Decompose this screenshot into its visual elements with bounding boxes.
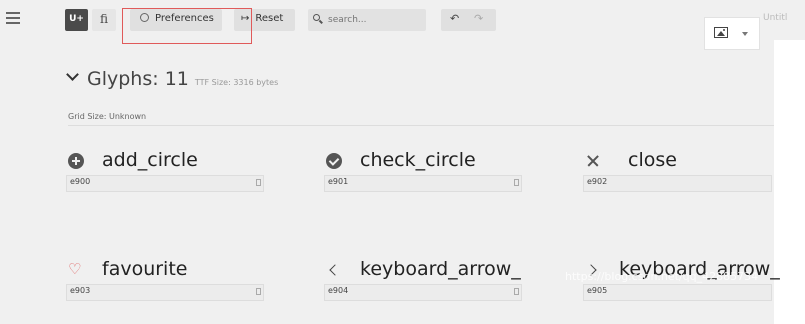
arrow-left-icon	[326, 262, 342, 278]
reset-label: Reset	[255, 13, 284, 24]
hamburger-menu-icon[interactable]	[6, 12, 20, 26]
glyph-card[interactable]: keyboard_arrow_ e905	[583, 258, 780, 318]
glyph-name: add_circle	[102, 149, 198, 171]
chevron-down-icon	[742, 32, 748, 36]
project-title[interactable]: Untitl	[763, 13, 787, 23]
glyph-code: e902	[587, 177, 608, 186]
add-circle-icon	[68, 153, 84, 169]
ttf-size-label: TTF Size: 3316 bytes	[194, 78, 279, 87]
toolbar: U+ fi Preferences ↦Reset ↶ ↷ Untitl	[0, 0, 805, 50]
copy-icon[interactable]	[256, 179, 261, 186]
glyph-code-field[interactable]	[324, 284, 522, 301]
copy-icon[interactable]	[514, 288, 519, 295]
chevron-down-icon	[66, 68, 79, 81]
highlight-box	[122, 8, 252, 44]
glyph-code-field[interactable]	[583, 175, 772, 192]
glyph-card[interactable]: ♡ favourite e903	[66, 258, 264, 318]
glyph-code: e901	[328, 177, 349, 186]
undo-redo-group: ↶ ↷	[441, 9, 496, 31]
grid-size-label: Grid Size: Unknown	[68, 112, 147, 121]
glyph-card[interactable]: keyboard_arrow_ e904	[324, 258, 522, 318]
heart-icon: ♡	[68, 260, 82, 278]
glyph-name: favourite	[102, 258, 188, 280]
glyph-card[interactable]: close e902	[583, 149, 775, 209]
glyph-count-title: Glyphs: 11	[87, 68, 189, 90]
search-icon	[313, 14, 320, 21]
search-input[interactable]	[308, 9, 426, 31]
ligature-toggle-button[interactable]: fi	[92, 9, 116, 31]
glyph-section-header[interactable]: Glyphs: 11 TTF Size: 3316 bytes	[66, 68, 279, 90]
copy-icon[interactable]	[256, 288, 261, 295]
image-icon	[714, 27, 728, 38]
glyph-name: keyboard_arrow_	[360, 258, 521, 280]
glyph-code-field[interactable]	[324, 175, 522, 192]
glyph-code-field[interactable]	[583, 284, 772, 301]
glyph-code: e905	[587, 286, 608, 295]
glyph-card[interactable]: check_circle e901	[324, 149, 522, 209]
glyph-code: e900	[70, 177, 91, 186]
redo-icon[interactable]: ↷	[474, 9, 483, 29]
check-circle-icon	[326, 153, 342, 169]
glyph-code-field[interactable]	[66, 284, 264, 301]
glyph-name: close	[628, 149, 677, 171]
glyph-code: e904	[328, 286, 349, 295]
glyph-code-field[interactable]	[66, 175, 264, 192]
watermark: https://blog.csdn.net/qq_42885734	[565, 270, 759, 283]
glyph-code: e903	[70, 286, 91, 295]
glyph-card[interactable]: add_circle e900	[66, 149, 264, 209]
close-icon	[585, 153, 601, 169]
undo-icon[interactable]: ↶	[450, 9, 459, 29]
unicode-toggle-button[interactable]: U+	[65, 9, 88, 31]
glyph-name: check_circle	[360, 149, 476, 171]
copy-icon[interactable]	[514, 179, 519, 186]
right-panel	[774, 40, 805, 324]
image-menu-button[interactable]	[704, 17, 760, 50]
divider	[68, 125, 774, 126]
